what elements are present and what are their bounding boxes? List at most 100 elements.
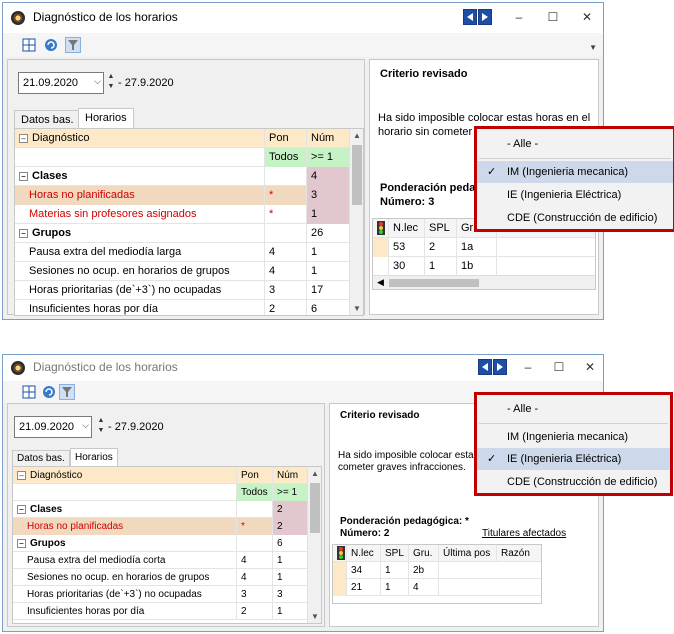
header-razon[interactable]: Razón: [497, 545, 541, 562]
filter-diagnostico[interactable]: [15, 148, 265, 167]
refresh-icon[interactable]: [41, 384, 57, 400]
collapse-icon[interactable]: –: [19, 134, 28, 143]
table-row[interactable]: Insuficientes horas por día 2 6: [15, 300, 351, 315]
collapse-icon[interactable]: –: [17, 539, 26, 548]
table-row[interactable]: Materias sin profesores asignados * 1: [15, 205, 351, 224]
table-row[interactable]: Horas no planificadas * 2: [13, 518, 309, 535]
department-dropdown[interactable]: - Alle - IM (Ingenieria mecanica) ✓ IE (I…: [474, 392, 673, 496]
grid-scrollbar[interactable]: ▲ ▼: [349, 129, 363, 315]
scrollbar-thumb[interactable]: [310, 483, 320, 533]
maximize-button[interactable]: ☐: [543, 7, 563, 27]
tab-horarios[interactable]: Horarios: [70, 448, 118, 466]
date-from-value: 21.09.2020: [19, 421, 75, 433]
dropdown-item-ie[interactable]: ✓ IE (Ingenieria Eléctrica): [477, 448, 670, 470]
table-row[interactable]: Insuficientes horas por día 2 1: [13, 603, 309, 620]
row-pon: *: [265, 186, 307, 205]
toolbar-overflow-icon[interactable]: ▼: [589, 43, 597, 52]
header-spl[interactable]: SPL: [381, 545, 409, 562]
lesson-row[interactable]: 53 2 1a: [373, 238, 595, 257]
filter-pon[interactable]: Todos: [237, 484, 273, 501]
filter-icon[interactable]: [65, 37, 81, 53]
row-pon: 4: [265, 243, 307, 262]
scroll-up-icon[interactable]: ▲: [350, 131, 363, 140]
scroll-up-icon[interactable]: ▲: [308, 469, 321, 478]
table-row[interactable]: – Grupos 6: [13, 535, 309, 552]
chevron-down-icon[interactable]: ⌵: [82, 420, 89, 431]
date-spinner[interactable]: ▲ ▼: [106, 72, 116, 94]
grid-scrollbar[interactable]: ▲ ▼: [307, 467, 321, 623]
dropdown-item-ie[interactable]: IE (Ingenieria Eléctrica): [477, 184, 673, 206]
table-row[interactable]: Pausa extra del mediodía corta 4 1: [13, 552, 309, 569]
table-row[interactable]: Horas prioritarias (de`+3`) no ocupadas 3…: [15, 281, 351, 300]
grid-header-row: – Diagnóstico Pon Núm: [13, 467, 309, 484]
collapse-icon[interactable]: –: [19, 229, 28, 238]
tab-datos-bas[interactable]: Datos bas.: [12, 450, 70, 466]
table-row[interactable]: Horas prioritarias (de`+3`) no ocupadas 3…: [13, 586, 309, 603]
dropdown-item-cde[interactable]: CDE (Construcción de edificio): [477, 207, 673, 229]
dropdown-item-cde[interactable]: CDE (Construcción de edificio): [477, 471, 670, 493]
header-gru[interactable]: Gru.: [409, 545, 439, 562]
refresh-icon[interactable]: [43, 37, 59, 53]
scroll-down-icon[interactable]: ▼: [350, 304, 363, 313]
tab-horarios[interactable]: Horarios: [78, 108, 134, 128]
dropdown-item-im[interactable]: ✓ IM (Ingenieria mecanica): [477, 161, 673, 183]
tab-datos-bas[interactable]: Datos bas.: [14, 110, 81, 128]
date-spinner[interactable]: ▲ ▼: [96, 416, 106, 438]
table-row[interactable]: Horas no planificadas * 3: [15, 186, 351, 205]
filter-num[interactable]: >= 1: [307, 148, 351, 167]
close-button[interactable]: ✕: [580, 357, 600, 377]
collapse-icon[interactable]: –: [17, 471, 26, 480]
header-num[interactable]: Núm: [273, 467, 309, 484]
scrollbar-thumb[interactable]: [352, 145, 362, 205]
collapse-icon[interactable]: –: [17, 505, 26, 514]
next-arrow-icon[interactable]: [493, 359, 507, 375]
table-row[interactable]: – Clases 2: [13, 501, 309, 518]
filter-diagnostico[interactable]: [13, 484, 237, 501]
date-from-input[interactable]: 21.09.2020 ⌵: [18, 72, 104, 94]
table-row[interactable]: – Clases 4: [15, 167, 351, 186]
header-ultima-pos[interactable]: Última pos: [439, 545, 497, 562]
dropdown-item-alle[interactable]: - Alle -: [477, 398, 670, 420]
chevron-down-icon[interactable]: ⌵: [94, 76, 101, 87]
header-nlec[interactable]: N.lec: [347, 545, 381, 562]
lesson-row[interactable]: 30 1 1b: [373, 257, 595, 276]
maximize-button[interactable]: ☐: [549, 357, 569, 377]
dropdown-item-alle[interactable]: - Alle -: [477, 133, 673, 155]
grid-header-row: – Diagnóstico Pon Núm: [15, 129, 351, 148]
header-pon[interactable]: Pon: [237, 467, 273, 484]
next-arrow-icon[interactable]: [478, 9, 492, 25]
titulares-link[interactable]: Titulares afectados: [482, 528, 566, 539]
header-pon[interactable]: Pon: [265, 129, 307, 148]
hscroll-thumb[interactable]: [389, 279, 479, 287]
filter-icon[interactable]: [59, 384, 75, 400]
header-nlec[interactable]: N.lec: [389, 219, 425, 238]
row-pon: 2: [265, 300, 307, 315]
scroll-left-icon[interactable]: ◀: [377, 277, 384, 288]
horizontal-scrollbar[interactable]: ◀: [373, 275, 595, 289]
row-pon: 2: [237, 603, 273, 620]
lesson-row[interactable]: 21 1 4: [333, 579, 541, 596]
lesson-row[interactable]: 34 1 2b: [333, 562, 541, 579]
header-diagnostico[interactable]: – Diagnóstico: [13, 467, 237, 484]
table-row[interactable]: Sesiones no ocup. en horarios de grupos 4…: [13, 569, 309, 586]
minimize-button[interactable]: –: [518, 357, 538, 377]
dropdown-item-im[interactable]: IM (Ingenieria mecanica): [477, 426, 670, 448]
close-button[interactable]: ✕: [577, 7, 597, 27]
prev-arrow-icon[interactable]: [478, 359, 492, 375]
header-num[interactable]: Núm: [307, 129, 351, 148]
filter-pon[interactable]: Todos: [265, 148, 307, 167]
table-row[interactable]: Sesiones no ocup. en horarios de grupos 4…: [15, 262, 351, 281]
minimize-button[interactable]: –: [509, 7, 529, 27]
department-dropdown[interactable]: - Alle - ✓ IM (Ingenieria mecanica) IE (I…: [474, 126, 674, 232]
collapse-icon[interactable]: –: [19, 172, 28, 181]
grid-icon[interactable]: [21, 37, 37, 53]
header-spl[interactable]: SPL: [425, 219, 457, 238]
table-row[interactable]: – Grupos 26: [15, 224, 351, 243]
header-diagnostico[interactable]: – Diagnóstico: [15, 129, 265, 148]
prev-arrow-icon[interactable]: [463, 9, 477, 25]
scroll-down-icon[interactable]: ▼: [308, 612, 321, 621]
table-row[interactable]: Pausa extra del mediodía larga 4 1: [15, 243, 351, 262]
date-from-input[interactable]: 21.09.2020 ⌵: [14, 416, 92, 438]
filter-num[interactable]: >= 1: [273, 484, 309, 501]
grid-icon[interactable]: [21, 384, 37, 400]
